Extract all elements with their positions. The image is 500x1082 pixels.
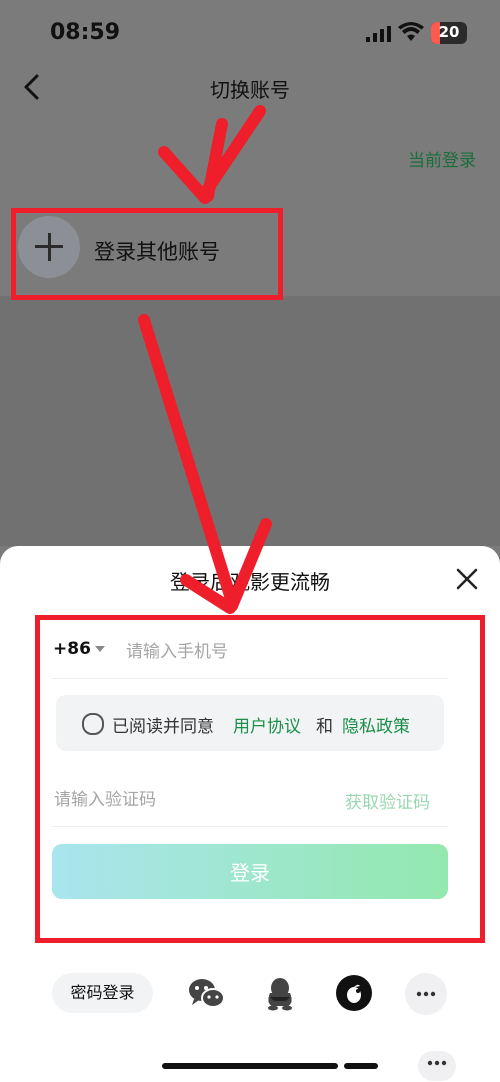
signal-icon — [366, 26, 391, 42]
wechat-icon[interactable] — [186, 973, 226, 1013]
dimmed-panel — [0, 296, 500, 546]
battery-indicator: 20 — [431, 22, 467, 44]
more-icon[interactable] — [418, 1051, 456, 1081]
annotation-box-add-account — [11, 208, 283, 300]
apple-icon[interactable] — [334, 973, 374, 1013]
home-indicator — [162, 1063, 338, 1069]
qq-icon[interactable] — [260, 973, 300, 1013]
status-time: 08:59 — [50, 20, 121, 45]
password-login-button[interactable]: 密码登录 — [52, 973, 153, 1013]
more-icon[interactable] — [405, 973, 447, 1015]
annotation-box-login-form — [35, 615, 485, 943]
home-indicator-secondary — [344, 1063, 378, 1069]
close-icon[interactable] — [454, 566, 480, 592]
page-title: 切换账号 — [210, 78, 290, 102]
current-login-label: 当前登录 — [408, 151, 476, 171]
battery-text: 20 — [438, 23, 460, 41]
sheet-title: 登录后观影更流畅 — [170, 570, 330, 594]
wifi-icon — [398, 22, 424, 41]
